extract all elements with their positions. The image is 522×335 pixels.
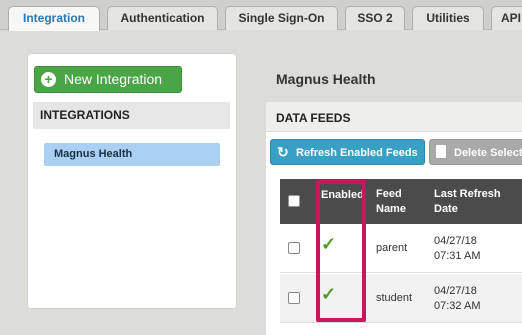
tab-api[interactable]: API (491, 6, 522, 30)
last-refresh-cell: 04/27/18 07:31 AM (434, 234, 480, 264)
last-refresh-cell: 04/27/18 07:32 AM (434, 284, 480, 314)
date-line: 04/27/18 (434, 285, 477, 297)
feed-name-column-header[interactable]: Feed Name (376, 187, 416, 217)
data-feeds-header: DATA FEEDS (266, 102, 522, 132)
refresh-button-label: Refresh Enabled Feeds (296, 147, 418, 159)
integrations-header: INTEGRATIONS (33, 102, 230, 129)
time-line: 07:31 AM (434, 250, 481, 262)
tab-bar: Integration Authentication Single Sign-O… (0, 0, 522, 31)
integrations-sidebar: + New Integration INTEGRATIONS Magnus He… (28, 54, 236, 308)
row-checkbox[interactable] (288, 292, 300, 304)
last-refresh-header-line1: Last Refresh (434, 188, 501, 200)
data-feeds-panel: DATA FEEDS ↻ Refresh Enabled Feeds Delet… (266, 102, 522, 335)
row-checkbox[interactable] (288, 242, 300, 254)
select-all-checkbox[interactable] (288, 195, 300, 207)
trash-icon (436, 145, 446, 158)
tab-authentication[interactable]: Authentication (107, 6, 218, 30)
enabled-column-highlight (316, 180, 366, 322)
refresh-enabled-feeds-button[interactable]: ↻ Refresh Enabled Feeds (270, 139, 425, 165)
last-refresh-header-line2: Date (434, 203, 458, 215)
plus-circle-icon: + (41, 72, 56, 87)
refresh-icon: ↻ (277, 144, 289, 160)
tab-utilities[interactable]: Utilities (412, 6, 484, 30)
page-title: Magnus Health (276, 71, 376, 87)
feed-name-cell: student (376, 292, 413, 304)
feed-name-cell: parent (376, 242, 408, 254)
delete-selected-button[interactable]: Delete Selected (429, 139, 522, 165)
new-integration-label: New Integration (64, 71, 163, 87)
date-line: 04/27/18 (434, 235, 477, 247)
last-refresh-column-header[interactable]: Last Refresh Date (434, 187, 522, 217)
sidebar-item-magnus-health[interactable]: Magnus Health (44, 143, 220, 166)
feed-name-header-line2: Name (376, 203, 406, 215)
feed-name-header-line1: Feed (376, 188, 402, 200)
tab-integration[interactable]: Integration (8, 6, 100, 31)
delete-button-label: Delete Selected (454, 147, 522, 159)
new-integration-button[interactable]: + New Integration (34, 66, 182, 93)
tab-single-sign-on[interactable]: Single Sign-On (225, 6, 338, 30)
time-line: 07:32 AM (434, 300, 481, 312)
tab-sso-2[interactable]: SSO 2 (345, 6, 405, 30)
